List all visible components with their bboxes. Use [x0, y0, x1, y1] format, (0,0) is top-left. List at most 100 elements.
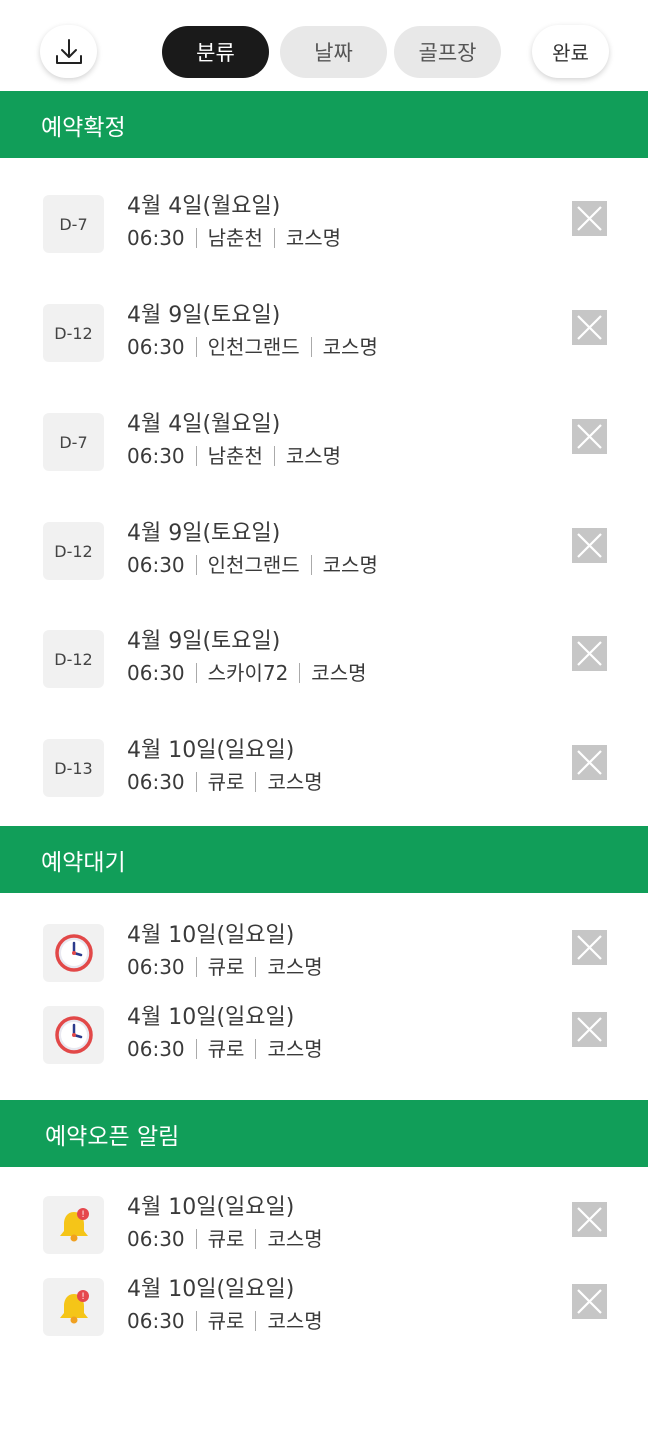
golf-club-name: 큐로 [207, 1037, 245, 1061]
reservation-details: 06:30 큐로 코스명 [127, 1037, 323, 1061]
alarm-clock-icon [54, 934, 93, 972]
course-name: 코스명 [267, 955, 323, 979]
close-icon [577, 935, 602, 960]
close-icon [577, 1207, 602, 1232]
divider [195, 1229, 197, 1249]
d-day-badge: D-12 [43, 304, 104, 362]
reservation-row[interactable]: D-12 4월 9일(토요일) 06:30 인천그랜드 코스명 [0, 303, 648, 365]
divider [255, 1229, 257, 1249]
done-button[interactable]: 완료 [532, 25, 609, 78]
divider [195, 1039, 197, 1059]
reservation-row[interactable]: D-12 4월 9일(토요일) 06:30 스카이72 코스명 [0, 629, 648, 691]
course-name: 코스명 [267, 1309, 323, 1333]
golf-club-name: 인천그랜드 [207, 553, 300, 577]
download-icon [55, 38, 82, 64]
status-icon-badge [43, 1006, 104, 1064]
divider [310, 555, 312, 575]
close-icon [577, 533, 602, 558]
tee-time: 06:30 [127, 1037, 185, 1061]
section-header: 예약확정 [0, 91, 648, 158]
reservation-date: 4월 10일(일요일) [127, 1277, 295, 1302]
close-icon [577, 641, 602, 666]
delete-button[interactable] [572, 419, 607, 454]
divider [195, 228, 197, 248]
reservation-details: 06:30 인천그랜드 코스명 [127, 553, 378, 577]
delete-button[interactable] [572, 930, 607, 965]
tab-category[interactable]: 분류 [162, 26, 269, 78]
close-icon [577, 206, 602, 231]
alarm-clock-icon [54, 1016, 93, 1054]
section-header: 예약대기 [0, 826, 648, 893]
svg-text:!: ! [81, 1292, 85, 1302]
course-name: 코스명 [322, 335, 378, 359]
close-icon [577, 315, 602, 340]
reservation-row[interactable]: D-7 4월 4일(월요일) 06:30 남춘천 코스명 [0, 412, 648, 474]
reservation-date: 4월 10일(일요일) [127, 923, 295, 948]
delete-button[interactable] [572, 745, 607, 780]
reservation-details: 06:30 스카이72 코스명 [127, 661, 367, 685]
divider [255, 1039, 257, 1059]
course-name: 코스명 [311, 661, 367, 685]
tee-time: 06:30 [127, 955, 185, 979]
notification-bell-icon: ! [59, 1290, 89, 1324]
divider [195, 446, 197, 466]
notification-bell-icon: ! [59, 1208, 89, 1242]
reservation-row[interactable]: D-7 4월 4일(월요일) 06:30 남춘천 코스명 [0, 194, 648, 256]
reservation-row[interactable]: ! 4월 10일(일요일) 06:30 큐로 코스명 [0, 1195, 648, 1257]
status-icon-badge: ! [43, 1196, 104, 1254]
reservation-date: 4월 9일(토요일) [127, 629, 281, 654]
delete-button[interactable] [572, 1284, 607, 1319]
reservation-details: 06:30 큐로 코스명 [127, 955, 323, 979]
tee-time: 06:30 [127, 770, 185, 794]
divider [255, 772, 257, 792]
delete-button[interactable] [572, 636, 607, 671]
reservation-details: 06:30 큐로 코스명 [127, 1309, 323, 1333]
golf-club-name: 남춘천 [207, 226, 263, 250]
reservation-date: 4월 4일(월요일) [127, 194, 281, 219]
divider [195, 772, 197, 792]
divider [273, 228, 275, 248]
reservation-row[interactable]: 4월 10일(일요일) 06:30 큐로 코스명 [0, 1005, 648, 1067]
close-icon [577, 1289, 602, 1314]
golf-club-name: 인천그랜드 [207, 335, 300, 359]
divider [255, 1311, 257, 1331]
reservation-date: 4월 9일(토요일) [127, 303, 281, 328]
delete-button[interactable] [572, 1012, 607, 1047]
d-day-badge: D-13 [43, 739, 104, 797]
d-day-badge: D-12 [43, 630, 104, 688]
tab-date[interactable]: 날짜 [280, 26, 387, 78]
golf-club-name: 남춘천 [207, 444, 263, 468]
reservation-details: 06:30 큐로 코스명 [127, 770, 323, 794]
close-icon [577, 750, 602, 775]
course-name: 코스명 [285, 444, 342, 468]
reservation-row[interactable]: 4월 10일(일요일) 06:30 큐로 코스명 [0, 923, 648, 985]
divider [273, 446, 275, 466]
delete-button[interactable] [572, 528, 607, 563]
tee-time: 06:30 [127, 1227, 185, 1251]
status-icon-badge: ! [43, 1278, 104, 1336]
d-day-badge: D-7 [43, 413, 104, 471]
tee-time: 06:30 [127, 661, 185, 685]
download-button[interactable] [40, 25, 97, 78]
reservation-date: 4월 10일(일요일) [127, 1005, 295, 1030]
reservation-details: 06:30 남춘천 코스명 [127, 226, 341, 250]
divider [310, 337, 312, 357]
svg-text:!: ! [81, 1210, 85, 1220]
tab-golf-course[interactable]: 골프장 [394, 26, 501, 78]
golf-club-name: 큐로 [207, 1227, 245, 1251]
reservation-row[interactable]: D-12 4월 9일(토요일) 06:30 인천그랜드 코스명 [0, 521, 648, 583]
tee-time: 06:30 [127, 226, 185, 250]
reservation-details: 06:30 인천그랜드 코스명 [127, 335, 378, 359]
reservation-date: 4월 9일(토요일) [127, 521, 281, 546]
status-icon-badge [43, 924, 104, 982]
divider [195, 555, 197, 575]
reservation-row[interactable]: D-13 4월 10일(일요일) 06:30 큐로 코스명 [0, 738, 648, 800]
tee-time: 06:30 [127, 1309, 185, 1333]
delete-button[interactable] [572, 201, 607, 236]
reservation-date: 4월 10일(일요일) [127, 738, 295, 763]
reservation-row[interactable]: ! 4월 10일(일요일) 06:30 큐로 코스명 [0, 1277, 648, 1339]
delete-button[interactable] [572, 310, 607, 345]
course-name: 코스명 [285, 226, 342, 250]
delete-button[interactable] [572, 1202, 607, 1237]
tee-time: 06:30 [127, 335, 185, 359]
